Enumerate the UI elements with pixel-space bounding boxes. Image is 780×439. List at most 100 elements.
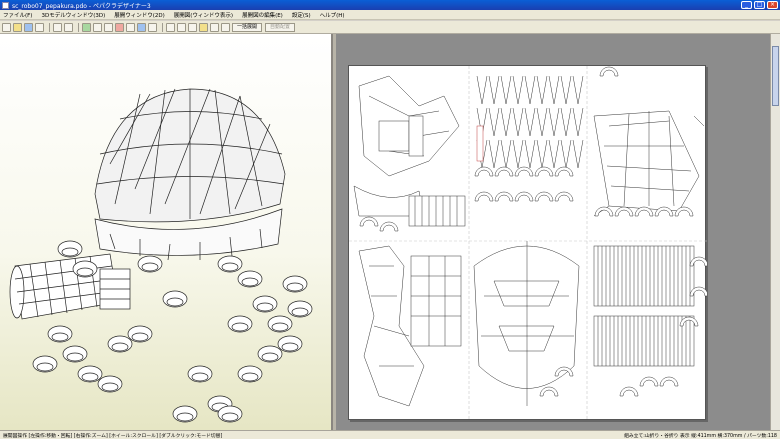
stripe-part	[548, 139, 560, 169]
ring-hole	[241, 372, 259, 382]
print-preview-icon[interactable]	[221, 22, 230, 32]
vertical-scrollbar[interactable]	[770, 34, 780, 430]
window-title: sc_robo07_pepakura.pdo - ペパクラデザイナー3	[12, 2, 151, 10]
c-strip-part	[474, 166, 494, 177]
stripe-part	[476, 75, 488, 105]
unfold-button[interactable]: 一括展開	[232, 22, 263, 32]
ring-hole	[286, 282, 304, 292]
stripe-part	[560, 139, 572, 169]
zoom-icon[interactable]	[93, 22, 102, 32]
pan-icon[interactable]	[104, 22, 113, 32]
c-strip-part	[614, 206, 634, 217]
toolbar-separator	[162, 22, 163, 32]
c-strip-part	[359, 216, 379, 227]
c-strip-part	[639, 376, 659, 387]
menu-help[interactable]: ヘルプ(H)	[320, 11, 345, 19]
stripe-part	[488, 139, 500, 169]
ring-hole	[221, 262, 239, 272]
ring-hole	[61, 247, 79, 257]
menu-2d-window[interactable]: 展開ウィンドウ(2D)	[114, 11, 165, 19]
menu-settings[interactable]: 設定(S)	[292, 11, 311, 19]
ring-hole	[221, 412, 239, 422]
c-strip-part	[619, 386, 639, 397]
auto-layout-button[interactable]: 自動配置	[265, 22, 296, 32]
stripe-part	[548, 107, 560, 137]
rotate-icon[interactable]	[82, 22, 91, 32]
toolbar-separator	[78, 22, 79, 32]
scrollbar-thumb[interactable]	[772, 46, 779, 106]
c-strip-part	[494, 166, 514, 177]
stripe-part	[572, 75, 584, 105]
stripe-part	[560, 75, 572, 105]
status-bar: 展開図操作 [左操作:移動・回転] [右操作:ズーム] [ホイール:スクロール]…	[0, 430, 780, 439]
ring-hole	[271, 322, 289, 332]
flap-icon[interactable]	[148, 22, 157, 32]
toolbar-separator	[49, 22, 50, 32]
ring-hole	[166, 297, 184, 307]
c-strip-part	[534, 191, 554, 202]
paper-sheet[interactable]	[348, 65, 707, 421]
stripe-part	[512, 75, 524, 105]
join-edge-icon[interactable]	[126, 22, 135, 32]
move-part-icon[interactable]	[177, 22, 186, 32]
ring-hole	[231, 322, 249, 332]
title-bar: sc_robo07_pepakura.pdo - ペパクラデザイナー3 _ □ …	[0, 0, 780, 10]
minimize-button[interactable]: _	[741, 1, 752, 9]
status-right: 組み立て:山折り・谷折り 表示 縦:411mm 横:370mm / パーツ数:1…	[624, 433, 777, 439]
stripe-part	[500, 107, 512, 137]
stripe-part	[524, 139, 536, 169]
toolbar: 一括展開 自動配置	[0, 21, 780, 34]
open-folder-icon[interactable]	[13, 22, 22, 32]
menu-edit[interactable]: 展開図の編集(E)	[242, 11, 283, 19]
print-icon[interactable]	[35, 22, 44, 32]
ring-hole	[281, 342, 299, 352]
menu-file[interactable]: ファイル(F)	[3, 11, 32, 19]
stripe-part	[500, 75, 512, 105]
new-icon[interactable]	[2, 22, 11, 32]
redo-icon[interactable]	[64, 22, 73, 32]
c-strip-part	[539, 386, 559, 397]
c-strip-part	[594, 206, 614, 217]
3d-model-view[interactable]	[0, 34, 333, 430]
stripe-part	[512, 139, 524, 169]
ring-hole	[66, 352, 84, 362]
fold-icon[interactable]	[137, 22, 146, 32]
stripe-part	[536, 139, 548, 169]
stripe-part	[524, 75, 536, 105]
close-button[interactable]: ×	[767, 1, 778, 9]
pattern-canvas[interactable]	[349, 66, 707, 421]
ring-hole	[241, 277, 259, 287]
select-icon[interactable]	[166, 22, 175, 32]
stripe-part	[524, 107, 536, 137]
menu-3d-window[interactable]: 3Dモデルウィンドウ(3D)	[41, 11, 105, 19]
status-left: 展開図操作 [左操作:移動・回転] [右操作:ズーム] [ホイール:スクロール]…	[3, 433, 223, 439]
stripe-part	[572, 107, 584, 137]
cut-edge-icon[interactable]	[115, 22, 124, 32]
ring-hole	[81, 372, 99, 382]
stripe-part	[488, 75, 500, 105]
rotate-part-icon[interactable]	[188, 22, 197, 32]
c-strip-part	[379, 221, 399, 232]
stripe-part	[500, 139, 512, 169]
stripe-part	[512, 107, 524, 137]
ring-hole	[131, 332, 149, 342]
undo-icon[interactable]	[53, 22, 62, 32]
ring-hole	[51, 332, 69, 342]
ring-hole	[256, 302, 274, 312]
ring-hole	[261, 352, 279, 362]
c-strip-part	[659, 376, 679, 387]
ring-hole	[191, 372, 209, 382]
c-strip-part	[474, 191, 494, 202]
3d-model-canvas[interactable]	[0, 34, 333, 430]
menu-bar: ファイル(F) 3Dモデルウィンドウ(3D) 展開ウィンドウ(2D) 展開図(ウ…	[0, 10, 780, 20]
texture-icon[interactable]	[199, 22, 208, 32]
c-strip-part	[554, 166, 574, 177]
ring-hole	[176, 412, 194, 422]
maximize-button[interactable]: □	[754, 1, 765, 9]
grid-icon[interactable]	[210, 22, 219, 32]
c-strip-part	[494, 191, 514, 202]
menu-view[interactable]: 展開図(ウィンドウ表示)	[174, 11, 233, 19]
ring-parts-group	[32, 240, 313, 423]
save-icon[interactable]	[24, 22, 33, 32]
stripe-part	[548, 75, 560, 105]
